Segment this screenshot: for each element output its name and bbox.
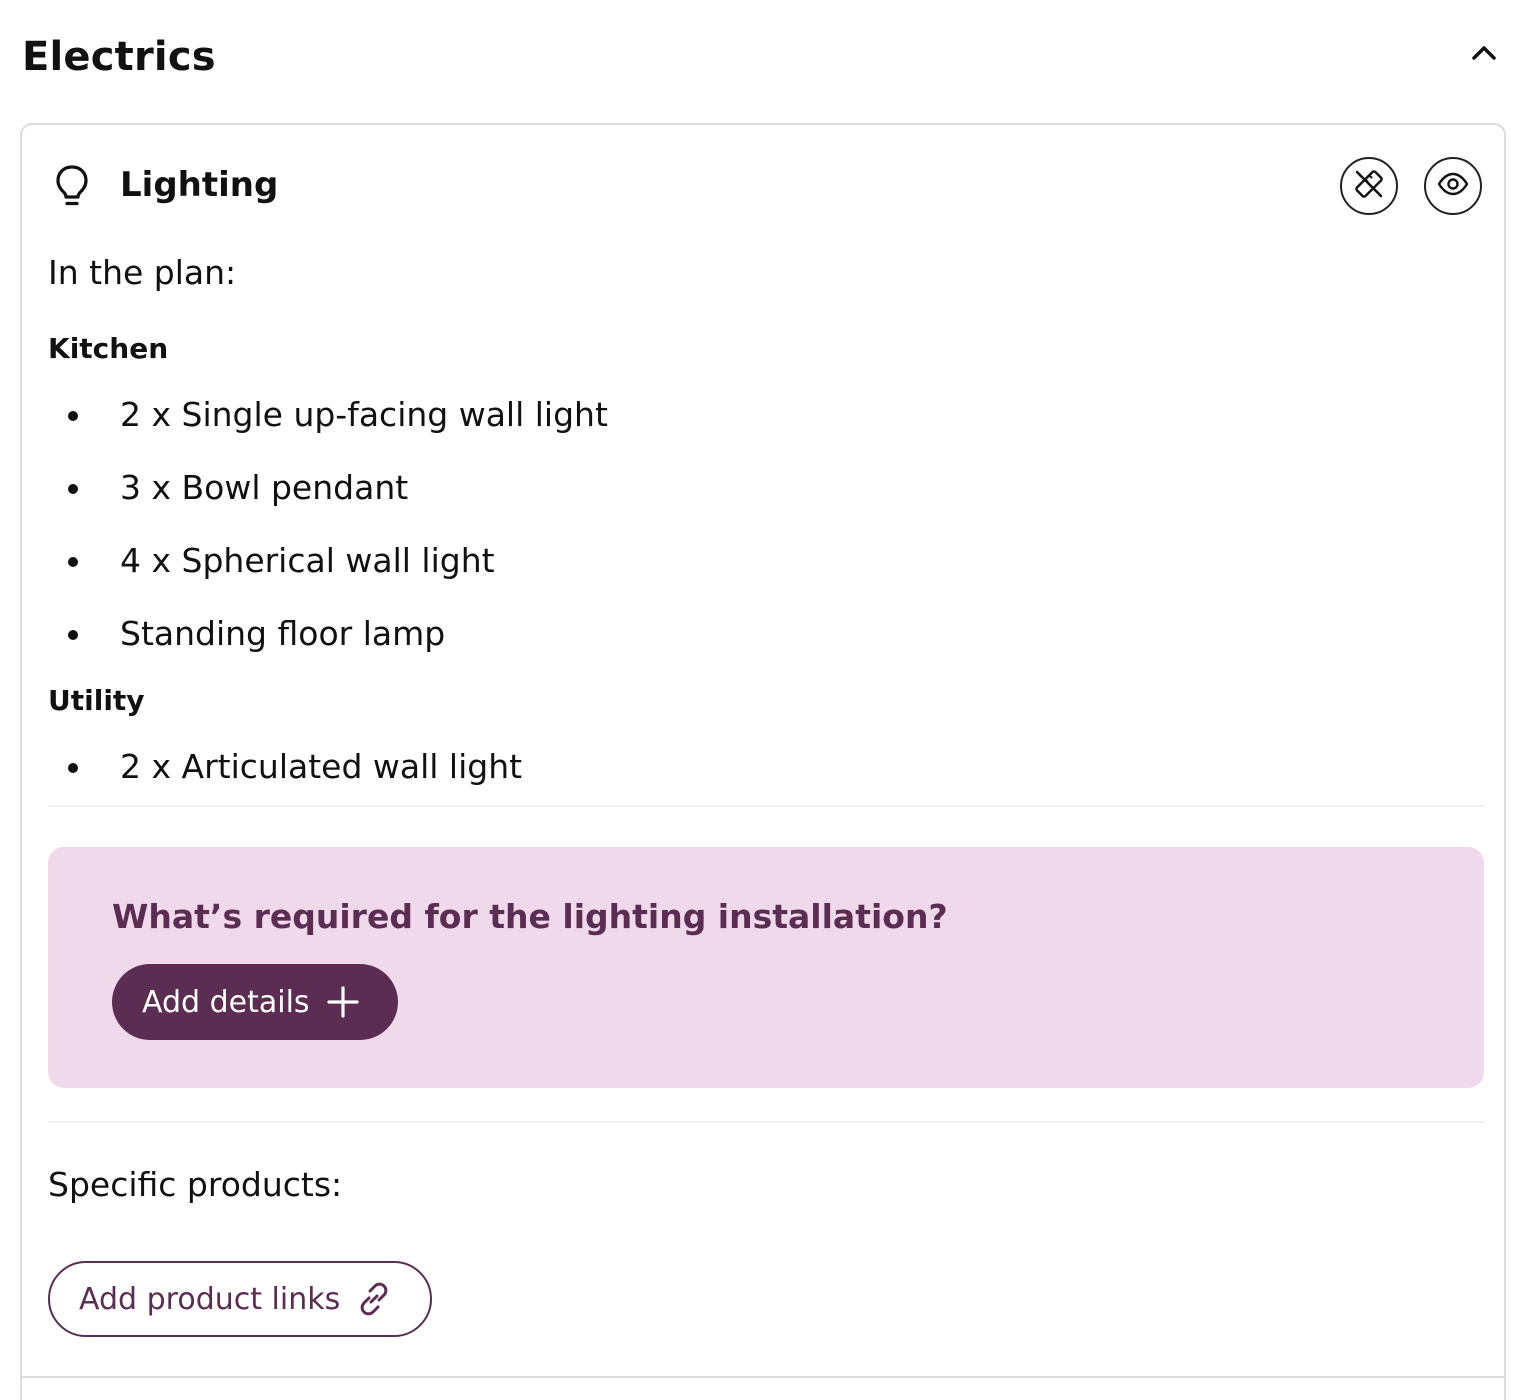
cta-question: What’s required for the lighting install… [112,897,948,936]
view-button[interactable] [1424,157,1482,215]
section-title: Electrics [22,34,216,80]
hide-from-plan-button[interactable] [1340,157,1398,215]
products-label: Specific products: [48,1165,343,1204]
bullet [68,411,78,421]
add-details-label: Add details [142,984,310,1020]
add-product-links-label: Add product links [79,1281,341,1317]
add-details-button[interactable]: Add details [112,964,398,1040]
list-item: 4 x Spherical wall light [48,536,608,609]
card-title: Lighting [120,165,279,205]
plan-label: In the plan: [48,253,237,292]
chevron-up-icon[interactable] [1466,36,1502,72]
list-item: Standing floor lamp [48,609,608,682]
lighting-card: Lighting In the plan: Kitchen 2 x Single… [20,123,1506,1400]
eye-icon [1436,167,1470,205]
bullet [68,763,78,773]
bullet [68,484,78,494]
card-header: Lighting [48,155,1484,225]
add-product-links-button[interactable]: Add product links [48,1261,432,1337]
page: Electrics Lighting In the plan: Kitchen … [0,0,1530,1400]
plus-icon [326,985,360,1019]
ruler-crossed-icon [1352,167,1386,205]
link-icon [354,1279,394,1319]
list-item: 3 x Bowl pendant [48,463,608,536]
room-title: Kitchen [48,332,169,365]
divider [48,1121,1484,1123]
list-item: 2 x Single up-facing wall light [48,390,608,463]
divider [22,1376,1504,1378]
divider [48,805,1484,807]
lightbulb-icon [52,163,92,209]
room-title: Utility [48,684,145,717]
room-items-list: 2 x Single up-facing wall light 3 x Bowl… [48,390,608,682]
installation-details-prompt: What’s required for the lighting install… [48,847,1484,1088]
section-header[interactable]: Electrics [22,30,1508,90]
bullet [68,630,78,640]
bullet [68,557,78,567]
